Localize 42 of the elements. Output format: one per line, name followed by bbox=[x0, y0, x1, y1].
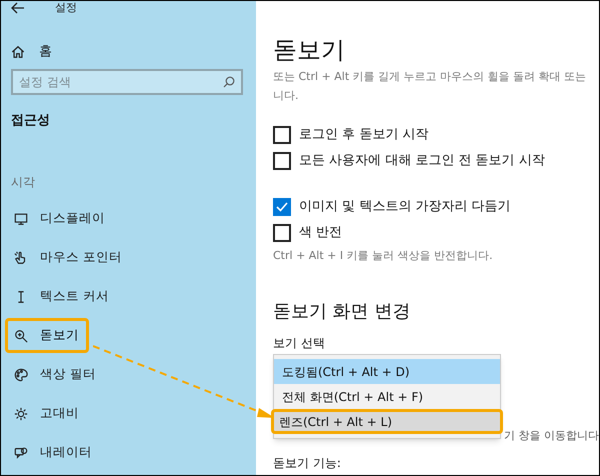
option-label: 색 반전 bbox=[299, 224, 342, 242]
search-field[interactable]: 설정 검색 bbox=[19, 73, 223, 91]
menu-item[interactable]: 전체 화면(Ctrl + Alt + F) bbox=[274, 384, 500, 409]
sidebar-item[interactable]: 마우스 포인터 bbox=[5, 240, 131, 275]
section-heading: 돋보기 화면 변경 bbox=[273, 300, 412, 324]
page-title: 돋보기 bbox=[273, 35, 346, 66]
menu-item[interactable]: 도킹됨(Ctrl + Alt + D) bbox=[274, 359, 500, 384]
home-icon bbox=[11, 45, 25, 59]
field-label: 돋보기 기능: bbox=[273, 455, 342, 472]
hint-text: 기 창을 이동합니다 bbox=[504, 428, 599, 444]
checkbox[interactable] bbox=[273, 224, 291, 242]
description-text: 또는 Ctrl + Alt 키를 길게 누르고 마우스의 휠을 돌려 확대 또는 bbox=[273, 69, 588, 85]
option-label: 이미지 및 텍스트의 가장자리 다듬기 bbox=[299, 198, 511, 216]
section-title: 접근성 bbox=[11, 112, 51, 130]
menu-item[interactable]: 렌즈(Ctrl + Alt + L) bbox=[271, 409, 503, 434]
back-arrow-icon[interactable] bbox=[11, 2, 25, 14]
home-link[interactable]: 홈 bbox=[11, 42, 246, 62]
palette-icon bbox=[14, 368, 28, 382]
checkbox[interactable] bbox=[273, 126, 291, 144]
search-box[interactable]: 설정 검색 bbox=[11, 69, 243, 95]
zoom-in-icon bbox=[14, 328, 28, 342]
sun-icon bbox=[14, 406, 28, 420]
sidebar-item[interactable]: 텍스트 커서 bbox=[5, 279, 118, 314]
monitor-icon bbox=[14, 212, 28, 226]
sidebar-item[interactable]: 돋보기 bbox=[5, 318, 89, 353]
option-label: 로그인 후 돋보기 시작 bbox=[299, 126, 428, 144]
window-title: 설정 bbox=[55, 1, 77, 16]
checkbox[interactable] bbox=[273, 198, 291, 216]
checkmark-icon bbox=[275, 200, 289, 214]
hint-text: Ctrl + Alt + I 키를 눌러 색상을 반전합니다. bbox=[273, 248, 494, 264]
option-label: 모든 사용자에 대해 로그인 전 돋보기 시작 bbox=[299, 152, 545, 170]
sidebar-item[interactable]: 디스플레이 bbox=[5, 201, 114, 236]
speech-icon bbox=[14, 446, 28, 460]
sidebar-item[interactable]: 고대비 bbox=[5, 396, 89, 431]
description-text: 니다. bbox=[273, 88, 300, 104]
sidebar-item[interactable]: 내레이터 bbox=[5, 435, 101, 470]
group-label: 시각 bbox=[11, 174, 36, 191]
search-icon bbox=[223, 76, 235, 88]
hand-pointer-icon bbox=[14, 250, 28, 264]
field-label: 보기 선택 bbox=[273, 335, 326, 352]
checkbox[interactable] bbox=[273, 152, 291, 170]
sidebar-item[interactable]: 색상 필터 bbox=[5, 357, 105, 392]
